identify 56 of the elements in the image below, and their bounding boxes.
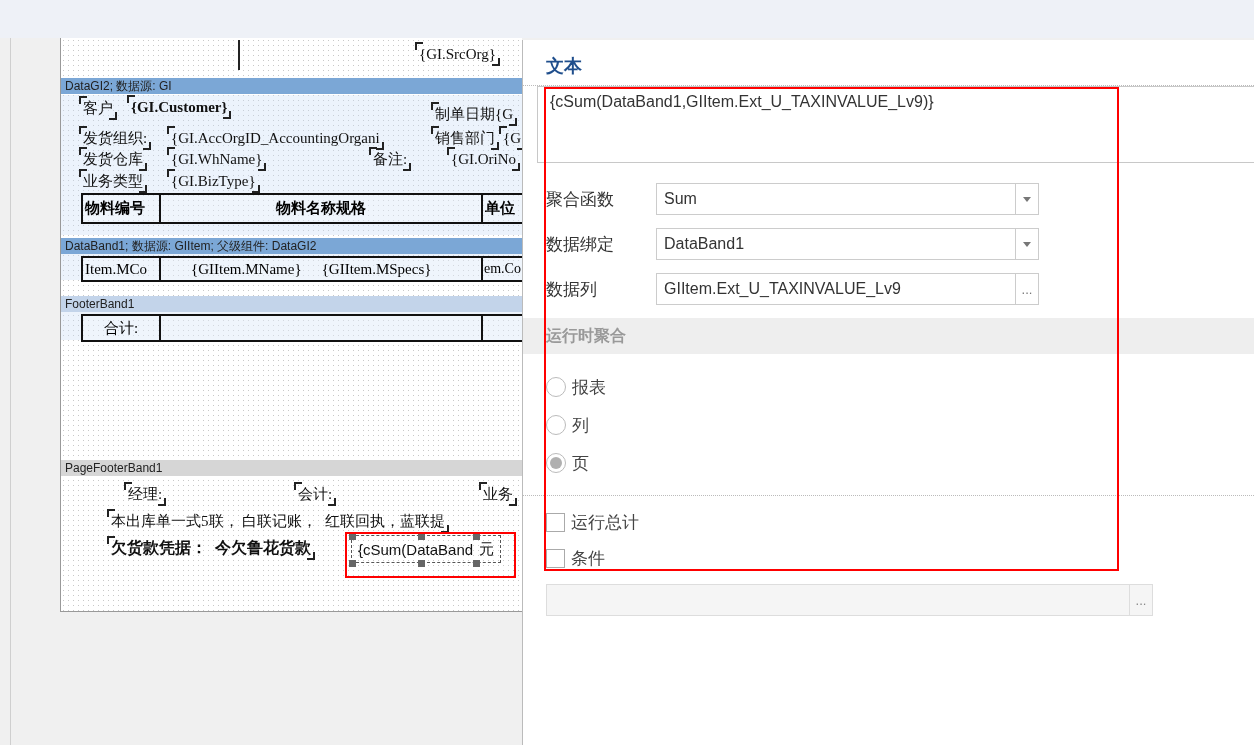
radio-label: 页 bbox=[572, 452, 589, 475]
panel-title: 文本 bbox=[523, 40, 1254, 86]
text-field[interactable]: 会计: bbox=[296, 484, 335, 504]
field-label: 数据列 bbox=[546, 278, 598, 301]
resize-handle-icon[interactable] bbox=[418, 560, 425, 567]
checkbox-label: 条件 bbox=[571, 547, 605, 570]
checkbox[interactable] bbox=[546, 512, 565, 532]
dropdown-field[interactable]: DataBand1 bbox=[656, 228, 1039, 260]
field-label: 数据绑定 bbox=[546, 233, 615, 256]
dropdown-field[interactable]: Sum bbox=[656, 183, 1039, 215]
table-cell-text: {GIItem.MName} bbox=[191, 260, 302, 278]
table-header-cell: 物料编号 bbox=[83, 195, 161, 222]
text-field[interactable]: 制单日期{G bbox=[433, 104, 516, 124]
checkbox[interactable] bbox=[546, 548, 565, 568]
browse-button[interactable]: ... bbox=[1015, 274, 1038, 304]
band-header[interactable]: PageFooterBand1 bbox=[61, 460, 522, 476]
table-header-cell: 物料名称规格 bbox=[161, 195, 483, 222]
text-field[interactable]: 发货仓库 bbox=[81, 149, 145, 169]
header-field[interactable]: {GI.SrcOrg} bbox=[417, 44, 499, 64]
text-field[interactable]: 发货组织: bbox=[81, 128, 150, 148]
text-field[interactable]: 本出库单一式5联， 白联记账， 红联回执，蓝联提 bbox=[109, 511, 447, 531]
text-field[interactable]: 经理: bbox=[126, 484, 165, 504]
resize-handle-icon[interactable] bbox=[418, 533, 425, 540]
band-header[interactable]: DataGI2; 数据源: GI bbox=[61, 78, 522, 94]
text-field[interactable]: 销售部门 bbox=[433, 128, 497, 148]
checkbox-label: 运行总计 bbox=[571, 511, 639, 534]
resize-handle-icon[interactable] bbox=[473, 533, 480, 540]
text-field[interactable]: {GI.BizType} bbox=[169, 171, 258, 191]
table-cell-text: {GIItem.MSpecs} bbox=[321, 260, 432, 278]
band-header[interactable]: DataBand1; 数据源: GIItem; 父级组件: DataGI2 bbox=[61, 238, 522, 254]
text-field[interactable]: 业务 bbox=[481, 484, 515, 504]
table-cell: Item.MCo bbox=[83, 258, 161, 280]
text-field[interactable]: 业务类型 bbox=[81, 171, 145, 191]
caret-icon bbox=[1023, 241, 1031, 247]
radio-label: 报表 bbox=[572, 376, 606, 399]
section-header: 运行时聚合 bbox=[523, 318, 1254, 354]
radio-label: 列 bbox=[572, 414, 589, 437]
resize-handle-icon[interactable] bbox=[349, 560, 356, 567]
text-field[interactable]: {GI.WhName} bbox=[169, 149, 265, 169]
table-cell: 合计: bbox=[83, 316, 161, 340]
text-field[interactable]: 备注: bbox=[371, 149, 410, 169]
browse-field[interactable]: GIItem.Ext_U_TAXINVALUE_Lv9 ... bbox=[656, 273, 1039, 305]
band-header[interactable]: FooterBand1 bbox=[61, 296, 522, 312]
text-field[interactable]: 欠货款凭据： 今欠鲁花货款 bbox=[109, 538, 313, 558]
resize-handle-icon[interactable] bbox=[349, 533, 356, 540]
table-header-cell-text: 单位 bbox=[484, 199, 516, 218]
text-field[interactable]: {G bbox=[501, 128, 522, 148]
table-cell-text: em.Co bbox=[483, 260, 522, 278]
resize-handle-icon[interactable] bbox=[473, 560, 480, 567]
text-field[interactable]: {GI.OriNo bbox=[449, 149, 519, 169]
text-field[interactable]: {GI.Customer} bbox=[129, 97, 230, 117]
expression-field[interactable]: {cSum(DataBand1,GIItem.Ext_U_TAXINVALUE_Lv9)} bbox=[537, 86, 1254, 163]
field-label: 聚合函数 bbox=[546, 188, 615, 211]
text-field[interactable]: {GI.AccOrgID_AccountingOrgani bbox=[169, 128, 382, 148]
text-field[interactable]: 客户 bbox=[81, 98, 115, 118]
caret-icon bbox=[1023, 196, 1031, 202]
